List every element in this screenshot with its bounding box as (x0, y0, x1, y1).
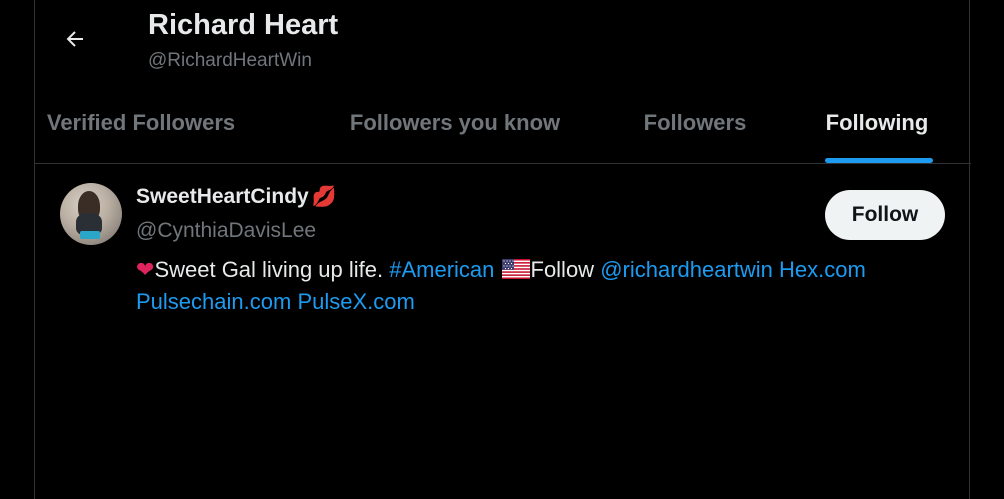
back-button[interactable] (57, 21, 93, 57)
tab-followers-you-know[interactable]: Followers you know (310, 82, 600, 164)
name-row: SweetHeartCindy 💋 (136, 185, 337, 209)
user-handle[interactable]: @CynthiaDavisLee (136, 219, 316, 243)
user-display-name[interactable]: SweetHeartCindy (136, 185, 309, 209)
mention-link[interactable]: @richardheartwin (600, 257, 773, 282)
tab-bar: Verified Followers Followers you know Fo… (35, 82, 971, 164)
red-heart-icon: ❤ (136, 257, 155, 282)
bio-text: Follow (530, 257, 601, 282)
main-column: Richard Heart @RichardHeartWin Verified … (34, 0, 971, 499)
arrow-left-icon (66, 31, 83, 47)
hashtag-link[interactable]: #American (389, 257, 494, 282)
profile-header: Richard Heart @RichardHeartWin (35, 0, 971, 80)
tab-label: Followers (643, 110, 747, 135)
tab-label: Verified Followers (46, 110, 236, 135)
tab-label: Following (825, 110, 929, 135)
page-title: Richard Heart (148, 9, 339, 41)
tab-verified-followers[interactable]: Verified Followers (35, 82, 247, 164)
tab-following[interactable]: Following (797, 82, 957, 164)
active-tab-indicator (825, 158, 933, 163)
kiss-mark-icon: 💋 (311, 186, 337, 208)
bio-link-pulsechain[interactable]: Pulsechain.com (136, 289, 291, 314)
profile-handle: @RichardHeartWin (148, 50, 312, 71)
avatar[interactable] (60, 183, 122, 245)
bio-text: Sweet Gal living up life. (154, 257, 390, 282)
tab-label: Followers you know (349, 110, 561, 135)
follow-button[interactable]: Follow (825, 190, 945, 240)
us-flag-icon (501, 259, 530, 279)
bio-link-pulsex[interactable]: PulseX.com (297, 289, 414, 314)
tab-followers[interactable]: Followers (615, 82, 775, 164)
bio-link-hex[interactable]: Hex.com (779, 257, 866, 282)
user-cell[interactable]: SweetHeartCindy 💋 @CynthiaDavisLee Follo… (35, 165, 971, 325)
user-bio: ❤Sweet Gal living up life. #American Fol… (136, 254, 956, 318)
